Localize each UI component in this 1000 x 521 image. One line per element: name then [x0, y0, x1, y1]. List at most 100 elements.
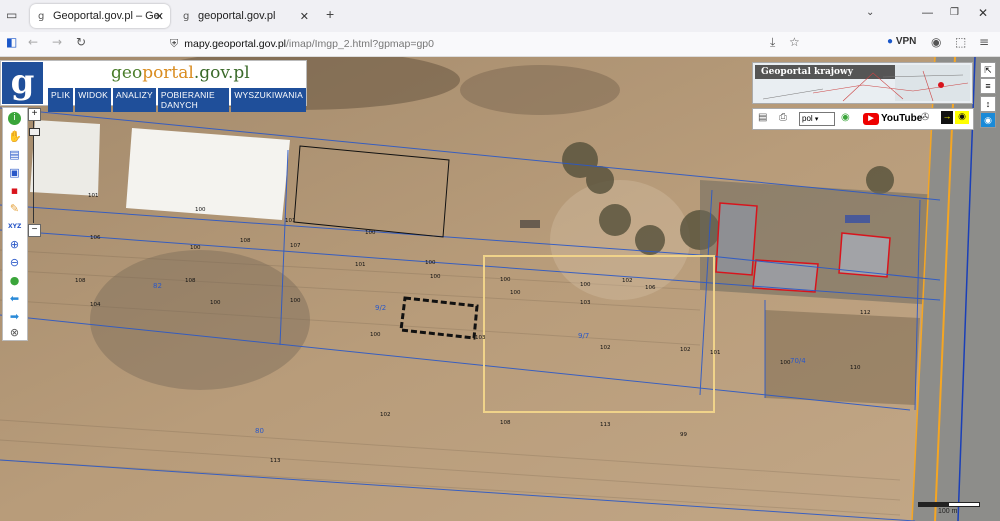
site-name: geoportal.gov.pl [111, 63, 250, 83]
extensions-icon[interactable]: ⬚ [955, 35, 966, 49]
download-icon[interactable]: ⤓ [770, 35, 775, 50]
height-label: 102 [680, 347, 691, 353]
site-name-geo: geo [111, 63, 143, 83]
sidebar-toggle-icon[interactable]: ◧ [6, 35, 17, 49]
overview-map[interactable]: Geoportal krajowy [752, 62, 973, 104]
zoom-in-icon[interactable]: ⊕ [8, 238, 21, 251]
arrow-icon[interactable]: → [941, 111, 953, 124]
height-label: 113 [600, 422, 611, 428]
back-icon[interactable]: ← [28, 35, 38, 49]
utility-bar: ▤ ⎙ pol ▾ ◉ ▶ YouTube ✇ → ◉ [752, 108, 974, 130]
shield-icon: ⛨ [170, 37, 179, 50]
restore-button[interactable]: ❐ [950, 7, 959, 18]
tab-geoportal[interactable]: g geoportal.gov.pl ✕ [175, 4, 315, 28]
select-icon[interactable]: ▣ [8, 166, 21, 179]
close-tab-icon[interactable]: ✕ [155, 10, 164, 23]
layer-icon[interactable]: ≡ [980, 78, 996, 94]
geoportal-header: g geoportal.gov.pl PLIK WIDOK ANALIZY PO… [0, 60, 307, 112]
print-icon[interactable]: ▪ [8, 184, 21, 197]
menu-widok[interactable]: WIDOK [75, 88, 112, 112]
height-label: 102 [600, 345, 611, 351]
eye-icon[interactable]: ◉ [955, 111, 969, 124]
zoom-out-icon[interactable]: ⊖ [8, 256, 21, 269]
vpn-badge[interactable]: ● VPN [887, 36, 916, 47]
height-label: 103 [475, 335, 486, 341]
menu-wyszukiwania[interactable]: WYSZUKIWANIA [231, 88, 306, 112]
height-label: 110 [850, 365, 861, 371]
hand-icon[interactable]: ✋ [8, 130, 22, 143]
height-label: 100 [425, 260, 436, 266]
eye-toggle-icon[interactable]: ◉ [980, 112, 996, 128]
site-name-portal: portal [142, 63, 194, 83]
print-icon[interactable]: ⎙ [779, 112, 787, 123]
address-bar[interactable]: ⛨ mapy.geoportal.gov.pl/imap/Imgp_2.html… [170, 34, 760, 54]
language-select[interactable]: pol ▾ [799, 112, 835, 126]
close-tab-icon[interactable]: ✕ [300, 10, 309, 23]
height-label: 104 [90, 302, 101, 308]
url-path: /imap/Imgp_2.html?gpmap=gp0 [286, 38, 434, 50]
geo-icon[interactable]: ◉ [841, 112, 850, 123]
height-label: 101 [88, 193, 99, 199]
bookmark-star-icon[interactable]: ☆ [789, 35, 800, 49]
pencil-icon[interactable]: ✎ [8, 202, 21, 215]
garden-plot [765, 310, 920, 405]
zoom-plus-button[interactable]: + [28, 108, 41, 121]
scale-label: 100 m [938, 508, 958, 515]
menu-analizy[interactable]: ANALIZY [113, 88, 156, 112]
height-label: 103 [580, 300, 591, 306]
parcel-number-label: 80 [255, 427, 264, 435]
back-icon[interactable]: ⬅ [8, 292, 21, 305]
new-tab-button[interactable]: + [326, 6, 334, 22]
height-label: 99 [680, 432, 687, 438]
forward-icon[interactable]: → [52, 35, 62, 49]
globe-icon[interactable]: ● [8, 274, 21, 287]
map-toolbar: i ✋ ▤ ▣ ▪ ✎ XYZ ⊕ ⊖ ● ⬅ ➡ ⊗ [2, 107, 28, 341]
scale-line [918, 502, 980, 507]
height-label: 112 [860, 310, 871, 316]
minimize-button[interactable]: — [922, 7, 933, 19]
forward-icon[interactable]: ➡ [8, 310, 21, 323]
menu-pobieranie-danych[interactable]: POBIERANIE DANYCH [157, 88, 230, 112]
arrows-icon[interactable]: ↕ [980, 96, 996, 112]
help-icon[interactable]: ⊗ [8, 326, 21, 339]
overview-toggle-icon[interactable]: ⇱ [980, 62, 996, 78]
height-label: 106 [645, 285, 656, 291]
zoom-minus-button[interactable]: − [28, 224, 41, 237]
geoportal-logo[interactable]: g [2, 62, 43, 104]
document-icon[interactable]: ▤ [758, 112, 767, 123]
height-label: 108 [75, 278, 86, 284]
zoom-rail[interactable] [33, 121, 34, 223]
height-label: 102 [380, 412, 391, 418]
tab-label: Geoportal.gov.pl – Geoportal Info [53, 10, 161, 22]
chevron-down-icon[interactable]: ⌄ [866, 7, 874, 18]
info-icon[interactable]: i [8, 112, 21, 125]
layers-icon[interactable]: ▤ [8, 148, 21, 161]
height-label: 108 [240, 238, 251, 244]
geoportal-favicon-icon: g [38, 11, 45, 22]
height-label: 108 [500, 420, 511, 426]
height-label: 100 [365, 230, 376, 236]
accessibility-icon[interactable]: ✇ [921, 112, 929, 123]
youtube-play-icon: ▶ [863, 112, 879, 125]
close-window-button[interactable]: ✕ [978, 6, 988, 20]
height-label: 101 [710, 350, 721, 356]
account-icon[interactable]: ◉ [931, 35, 941, 49]
height-label: 100 [190, 245, 201, 251]
scale-bar: 100 m [918, 502, 980, 516]
tab-geoportal-info[interactable]: g Geoportal.gov.pl – Geoportal Info ✕ [30, 4, 170, 28]
chevron-down-icon: ▾ [814, 116, 819, 123]
height-label: 100 [580, 282, 591, 288]
height-label: 113 [270, 458, 281, 464]
height-label: 102 [622, 278, 633, 284]
height-label: 101 [285, 218, 296, 224]
zoom-knob[interactable] [29, 128, 40, 136]
reload-icon[interactable]: ↻ [76, 35, 86, 49]
browser-nav-bar: ◧ ← → ↻ ⛨ mapy.geoportal.gov.pl/imap/Img… [0, 32, 1000, 57]
youtube-link[interactable]: ▶ YouTube [863, 112, 922, 125]
greenhouse-1 [30, 120, 100, 196]
xyz-icon[interactable]: XYZ [8, 220, 21, 233]
language-value: pol [802, 114, 813, 123]
menu-icon[interactable]: ≡ [979, 35, 989, 49]
tab-list-icon[interactable]: ▭ [6, 8, 17, 22]
menu-plik[interactable]: PLIK [48, 88, 74, 112]
